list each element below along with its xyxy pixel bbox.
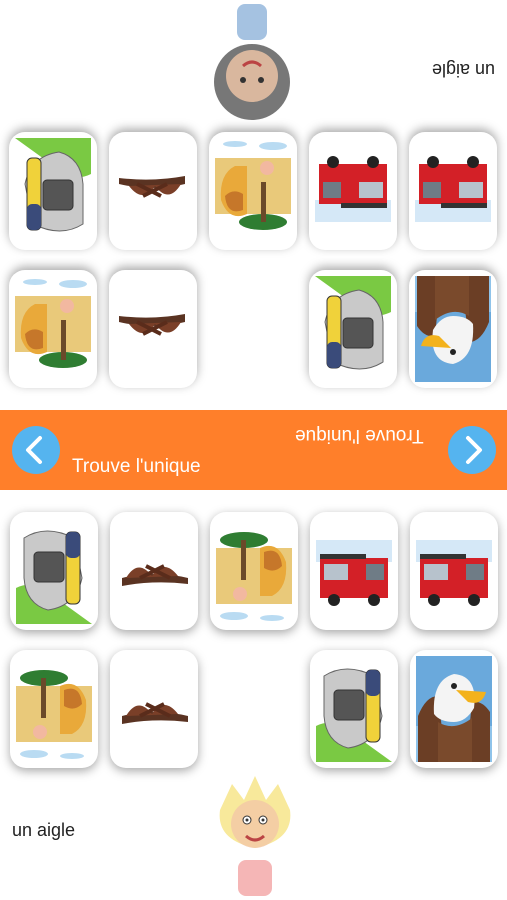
top-card-grid — [0, 130, 507, 390]
sandal-card[interactable] — [109, 132, 197, 250]
fire-truck-card[interactable] — [310, 512, 398, 630]
eagle-card[interactable] — [410, 650, 498, 768]
top-player-area: un aigle — [0, 0, 507, 410]
sandal-image — [115, 276, 191, 382]
blond-boy-avatar — [219, 776, 291, 896]
fire-truck-card[interactable] — [409, 132, 497, 250]
fire-truck-card[interactable] — [410, 512, 498, 630]
savanna-image — [216, 518, 292, 624]
savanna-image — [15, 276, 91, 382]
eagle-card[interactable] — [409, 270, 497, 388]
target-word: un aigle — [12, 820, 76, 840]
savanna-image — [215, 138, 291, 244]
savanna-card[interactable] — [209, 132, 297, 250]
fire-truck-image — [415, 138, 491, 244]
banner-title-bottom: Trouve l'unique — [72, 456, 201, 477]
fire-truck-image — [315, 138, 391, 244]
savanna-image — [16, 656, 92, 762]
chevron-left-icon — [26, 436, 42, 464]
bottom-player-area: un aigle — [0, 490, 507, 900]
inhaler-image — [16, 518, 92, 624]
bottom-card-grid — [0, 510, 507, 770]
banner-title-top: Trouve l'unique — [295, 425, 424, 446]
banner: Trouve l'unique Trouve l'unique — [0, 410, 507, 490]
sandal-image — [115, 138, 191, 244]
sandal-image — [116, 518, 192, 624]
sandal-image — [116, 656, 192, 762]
eagle-image — [416, 656, 492, 762]
inhaler-card[interactable] — [10, 512, 98, 630]
eagle-image — [415, 276, 491, 382]
fire-truck-image — [316, 518, 392, 624]
savanna-card[interactable] — [10, 650, 98, 768]
inhaler-image — [316, 656, 392, 762]
fire-truck-card[interactable] — [309, 132, 397, 250]
sandal-card[interactable] — [110, 512, 198, 630]
inhaler-card[interactable] — [9, 132, 97, 250]
target-word: un aigle — [431, 60, 495, 80]
chevron-right-icon — [466, 436, 482, 464]
inhaler-image — [315, 276, 391, 382]
previous-button[interactable] — [12, 426, 60, 474]
fire-truck-image — [416, 518, 492, 624]
boy-avatar — [214, 4, 290, 120]
next-button[interactable] — [448, 426, 496, 474]
sandal-card[interactable] — [110, 650, 198, 768]
inhaler-card[interactable] — [309, 270, 397, 388]
inhaler-card[interactable] — [310, 650, 398, 768]
inhaler-image — [15, 138, 91, 244]
sandal-card[interactable] — [109, 270, 197, 388]
savanna-card[interactable] — [210, 512, 298, 630]
savanna-card[interactable] — [9, 270, 97, 388]
